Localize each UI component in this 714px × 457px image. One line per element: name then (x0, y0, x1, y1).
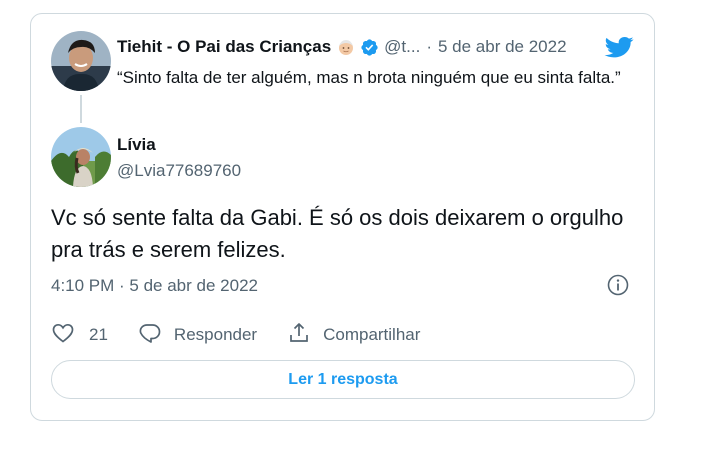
reply-bubble-icon (138, 321, 162, 350)
share-button[interactable]: Compartilhar (287, 321, 420, 350)
quoted-author-name[interactable]: Tiehit - O Pai das Crianças (117, 37, 331, 57)
quoted-tweet-header: Tiehit - O Pai das Crianças @t... · 5 de… (117, 36, 567, 58)
quoted-author-avatar[interactable] (51, 31, 111, 91)
embedded-tweet-card: Tiehit - O Pai das Crianças @t... · 5 de… (30, 13, 655, 421)
older-person-emoji-icon (337, 38, 355, 56)
header-separator: · (426, 37, 432, 56)
share-label: Compartilhar (323, 325, 421, 344)
like-count: 21 (89, 325, 108, 344)
reply-author-avatar[interactable] (51, 127, 111, 187)
quoted-author-handle[interactable]: @t... (384, 37, 420, 57)
tweet-timestamp[interactable]: 4:10 PM · 5 de abr de 2022 (51, 276, 258, 296)
reply-label: Responder (173, 325, 258, 344)
like-button[interactable]: 21 (51, 321, 108, 350)
twitter-bird-icon[interactable] (604, 34, 634, 60)
quoted-tweet-date[interactable]: 5 de abr de 2022 (438, 37, 567, 57)
info-icon[interactable] (606, 273, 630, 297)
read-replies-button[interactable]: Ler 1 resposta (51, 360, 635, 399)
thread-connector-line (80, 95, 82, 123)
reply-button[interactable]: Responder (138, 321, 257, 350)
reply-author-handle[interactable]: @Lvia77689760 (117, 161, 241, 181)
tweet-actions-bar: 21 Responder Compartilhar (51, 322, 450, 348)
reply-author-name[interactable]: Lívia (117, 135, 156, 155)
heart-icon (51, 321, 75, 350)
quoted-tweet-text: “Sinto falta de ter alguém, mas n brota … (117, 68, 621, 87)
tweet-text: Vc só sente falta da Gabi. É só os dois … (51, 205, 624, 262)
share-icon (287, 321, 311, 350)
verified-badge-icon (360, 38, 379, 57)
